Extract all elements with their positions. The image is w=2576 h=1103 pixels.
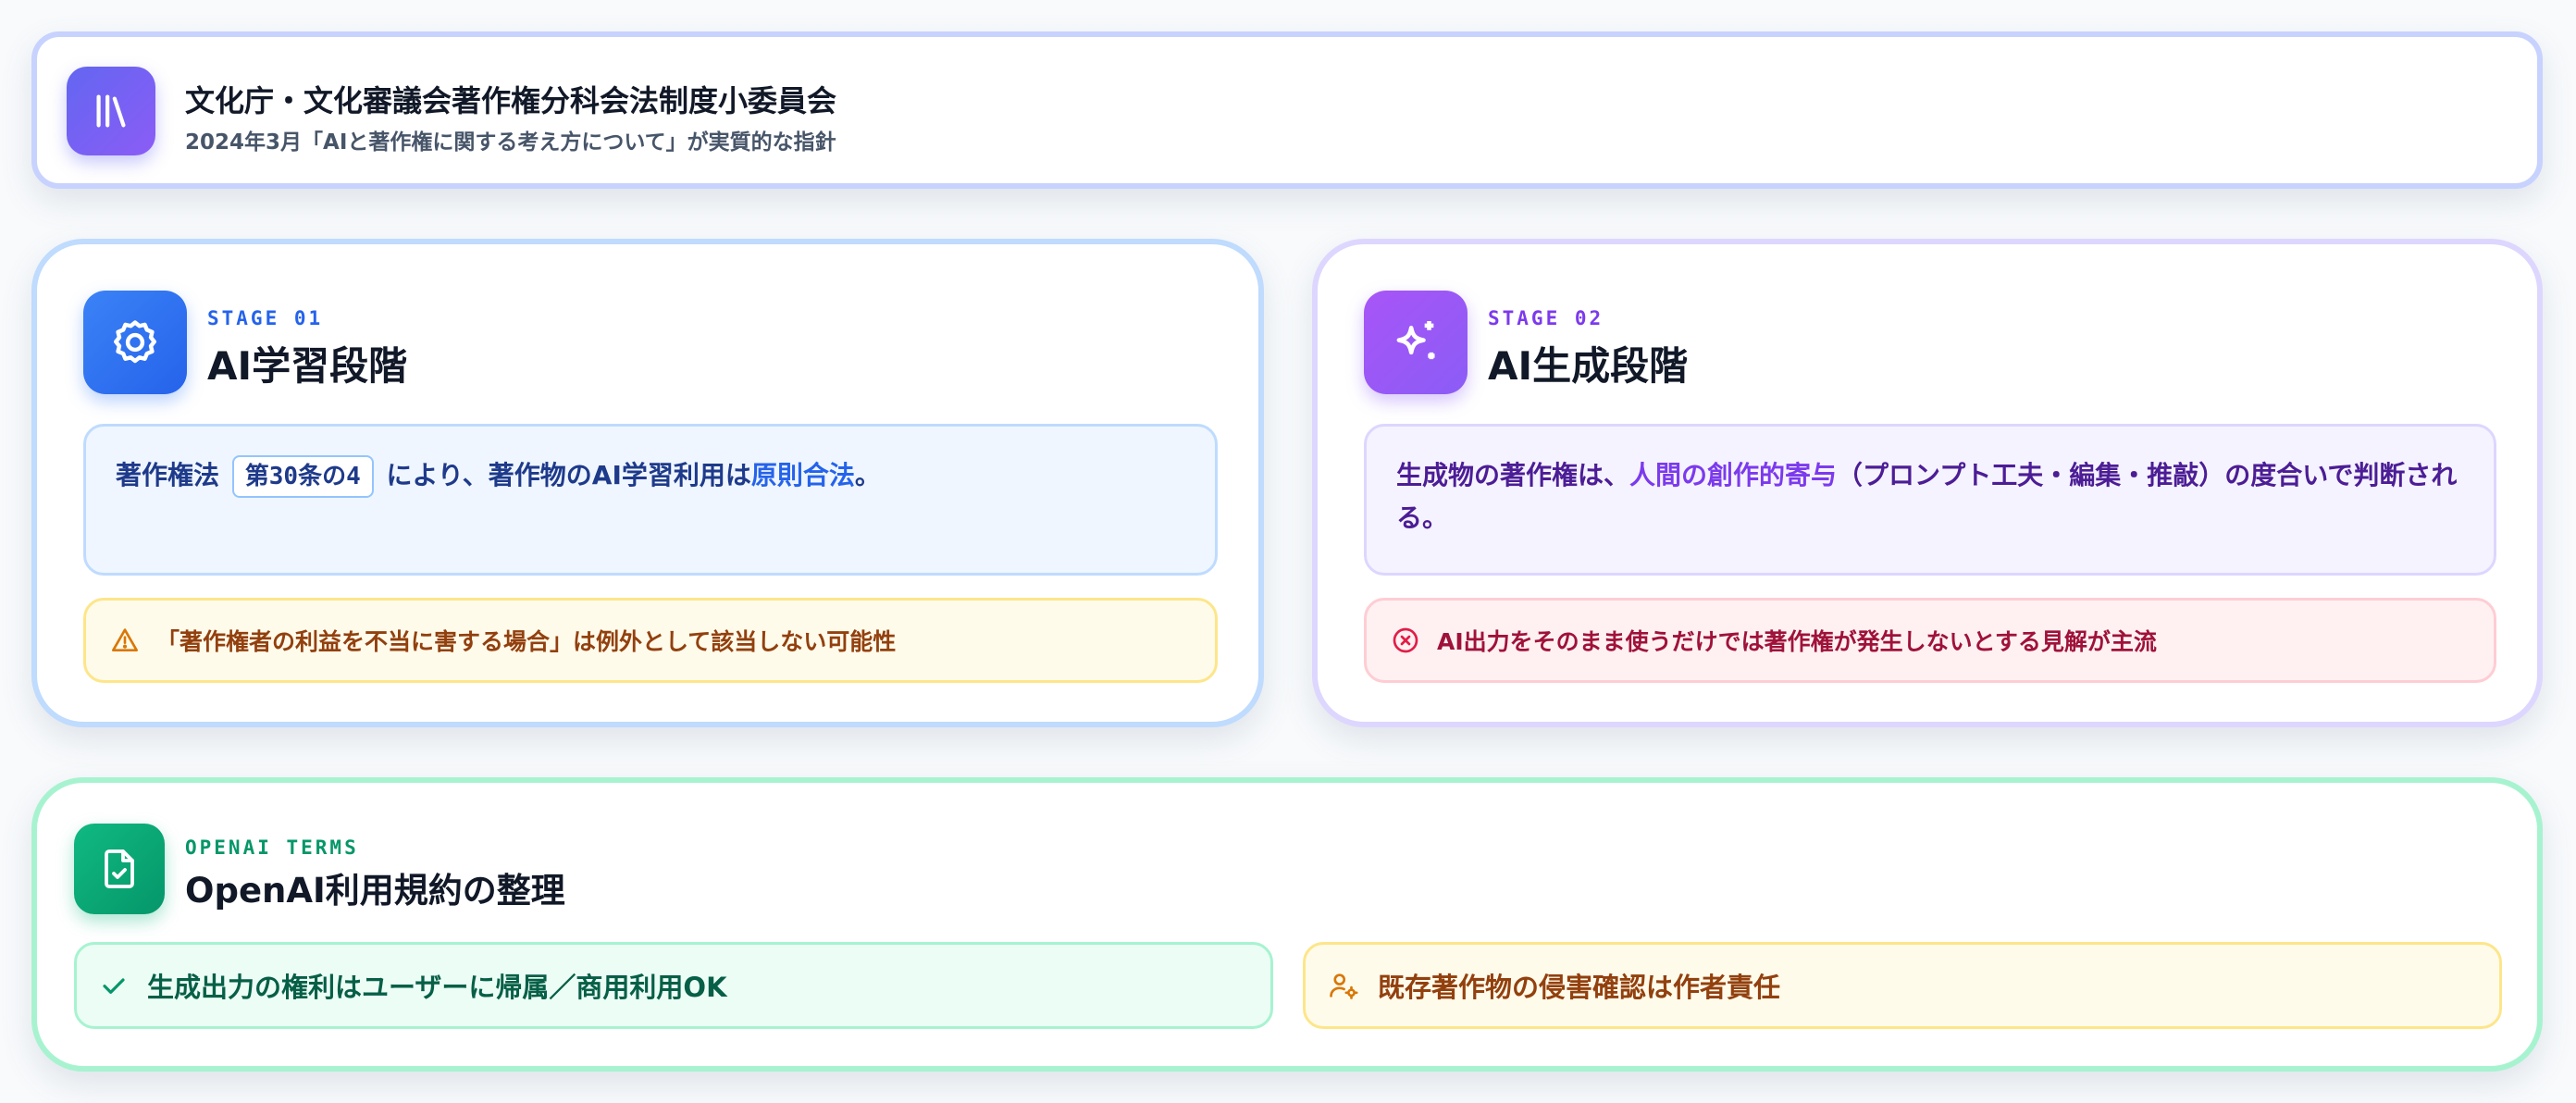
header-card: 文化庁・文化審議会著作権分科会法制度小委員会 2024年3月「AIと著作権に関す…	[31, 31, 2543, 189]
header-title: 文化庁・文化審議会著作権分科会法制度小委員会	[185, 83, 837, 118]
stage1-card: STAGE 01 AI学習段階 著作権法 第30条の4 により、著作物のAI学習…	[31, 239, 1264, 727]
stage1-info-suffix: 。	[854, 460, 881, 490]
sparkles-icon	[1364, 291, 1468, 394]
stage2-title: AI生成段階	[1488, 343, 1689, 389]
stage1-warning-panel: 「著作権者の利益を不当に害する場合」は例外として該当しない可能性	[83, 598, 1218, 683]
library-icon	[67, 67, 155, 155]
stage1-title: AI学習段階	[207, 343, 408, 389]
terms-title: OpenAI利用規約の整理	[185, 871, 565, 911]
terms-item-duty: 既存著作物の侵害確認は作者責任	[1303, 942, 2502, 1029]
stage1-info-text: 著作権法 第30条の4 により、著作物のAI学習利用は原則合法。	[116, 454, 1185, 498]
stage1-eyebrow: STAGE 01	[207, 307, 324, 329]
header-subtitle: 2024年3月「AIと著作権に関する考え方について」が実質的な指針	[185, 130, 836, 155]
terms-item-duty-text: 既存著作物の侵害確認は作者責任	[1378, 972, 1781, 1003]
stage1-info-accent: 原則合法	[750, 460, 855, 490]
stage1-info-panel: 著作権法 第30条の4 により、著作物のAI学習利用は原則合法。	[83, 424, 1218, 576]
stage1-warning-text: 「著作権者の利益を不当に害する場合」は例外として該当しない可能性	[156, 628, 897, 655]
check-icon	[103, 978, 125, 994]
stage1-info-middle: により、著作物のAI学習利用は	[386, 460, 751, 490]
stage2-eyebrow: STAGE 02	[1488, 307, 1604, 329]
stage1-info-prefix: 著作権法	[116, 460, 220, 490]
article-chip: 第30条の4	[231, 455, 374, 498]
terms-item-ok: 生成出力の権利はユーザーに帰属／商用利用OK	[74, 942, 1273, 1029]
user-cog-icon	[1330, 973, 1358, 999]
terms-item-ok-text: 生成出力の権利はユーザーに帰属／商用利用OK	[147, 972, 727, 1003]
stage2-info-accent: 人間の創作的寄与	[1629, 460, 1838, 490]
x-circle-icon	[1393, 627, 1418, 653]
file-check-icon	[74, 824, 165, 914]
stage2-warning-panel: AI出力をそのまま使うだけでは著作権が発生しないとする見解が主流	[1364, 598, 2496, 683]
stage2-info-panel: 生成物の著作権は、人間の創作的寄与（プロンプト工夫・編集・推敲）の度合いで判断さ…	[1364, 424, 2496, 576]
gear-icon	[83, 291, 187, 394]
terms-eyebrow: OPENAI TERMS	[185, 837, 359, 859]
stage2-warning-text: AI出力をそのまま使うだけでは著作権が発生しないとする見解が主流	[1437, 628, 2157, 655]
terms-card: OPENAI TERMS OpenAI利用規約の整理 生成出力の権利はユーザーに…	[31, 777, 2543, 1072]
stage2-info-prefix: 生成物の著作権は、	[1396, 460, 1630, 490]
alert-triangle-icon	[112, 628, 138, 651]
stage2-card: STAGE 02 AI生成段階 生成物の著作権は、人間の創作的寄与（プロンプト工…	[1312, 239, 2543, 727]
stage2-info-text: 生成物の著作権は、人間の創作的寄与（プロンプト工夫・編集・推敲）の度合いで判断さ…	[1396, 454, 2464, 539]
